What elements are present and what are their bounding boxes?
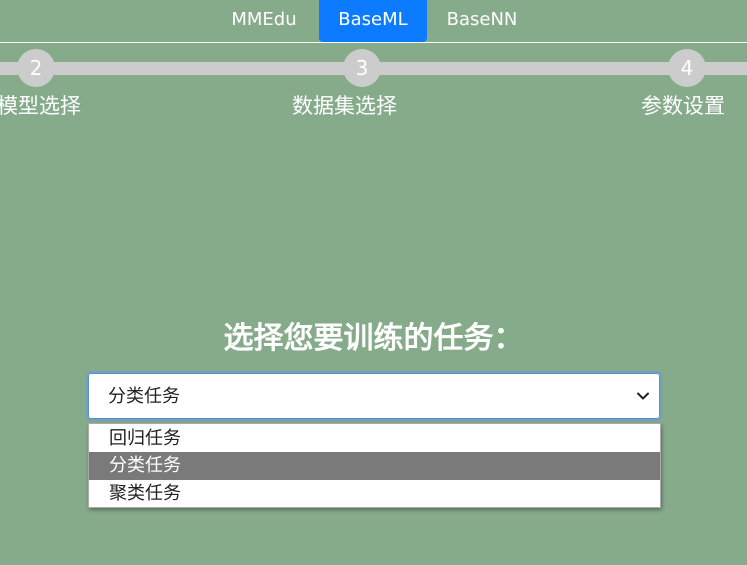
step-4-circle[interactable]: 4 — [668, 49, 706, 87]
dropdown-option-clustering[interactable]: 聚类任务 — [89, 480, 660, 508]
step-3-label: 数据集选择 — [292, 94, 397, 118]
chevron-down-icon — [637, 392, 649, 400]
dropdown-option-classification[interactable]: 分类任务 — [89, 452, 660, 480]
dropdown-option-regression[interactable]: 回归任务 — [89, 425, 660, 453]
step-2-circle[interactable]: 2 — [17, 49, 55, 87]
step-4-label: 参数设置 — [641, 94, 725, 118]
step-3-circle[interactable]: 3 — [343, 49, 381, 87]
tab-basenn[interactable]: BaseNN — [432, 0, 532, 42]
tab-baseml[interactable]: BaseML — [319, 0, 427, 42]
top-nav: MMEdu BaseML BaseNN — [0, 0, 747, 43]
task-select-value: 分类任务 — [108, 386, 180, 407]
step-2-label: 模型选择 — [0, 94, 81, 118]
task-heading: 选择您要训练的任务： — [223, 321, 524, 356]
task-select[interactable]: 分类任务 — [86, 371, 662, 421]
task-dropdown-list: 回归任务 分类任务 聚类任务 — [88, 423, 661, 508]
tab-mmedu[interactable]: MMEdu — [218, 0, 310, 42]
